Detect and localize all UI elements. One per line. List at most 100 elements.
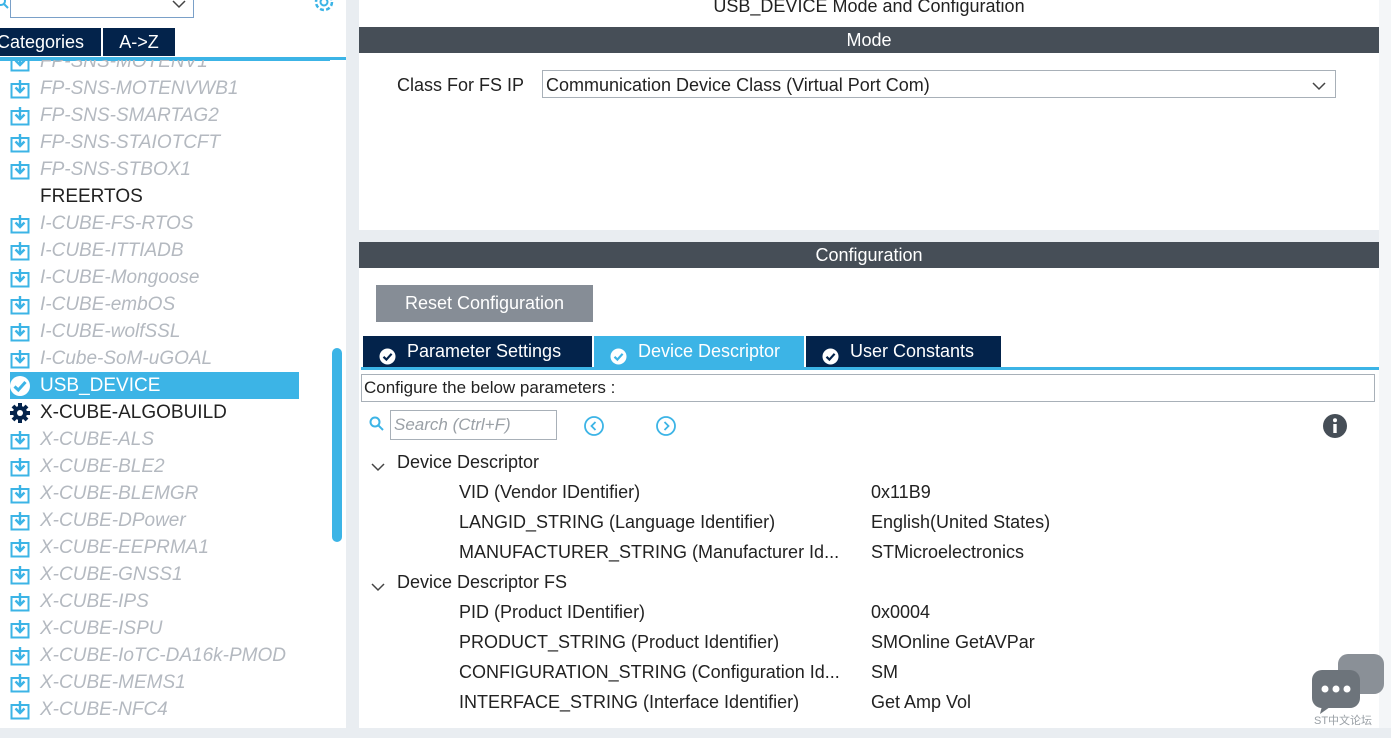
- search-icon: [369, 416, 385, 437]
- right-scrollbar[interactable]: [1379, 0, 1391, 728]
- tree-item-label: X-CUBE-IPS: [40, 591, 149, 612]
- parameter-name[interactable]: PRODUCT_STRING (Product Identifier): [459, 631, 779, 653]
- parameter-name[interactable]: INTERFACE_STRING (Interface Identifier): [459, 691, 799, 713]
- download-icon: [10, 295, 30, 315]
- tree-item[interactable]: I-CUBE-FS-RTOS: [0, 210, 330, 237]
- tree-item-label: I-CUBE-Mongoose: [40, 267, 200, 288]
- download-icon: [10, 160, 30, 180]
- tree-item-label: FP-SNS-MOTENV1: [40, 60, 208, 72]
- tab-user-constants[interactable]: User Constants: [806, 336, 1001, 367]
- class-for-fs-ip-select[interactable]: Communication Device Class (Virtual Port…: [542, 70, 1336, 98]
- tree-item[interactable]: X-CUBE-BLEMGR: [0, 480, 330, 507]
- tree-item-label: I-CUBE-embOS: [40, 294, 176, 315]
- panel-splitter[interactable]: [346, 0, 359, 738]
- gear-icon[interactable]: [311, 0, 337, 21]
- category-filter-select[interactable]: [10, 0, 194, 18]
- tree-item[interactable]: I-CUBE-wolfSSL: [0, 318, 330, 345]
- tree-item-label: X-CUBE-ALS: [40, 429, 155, 450]
- check-circle-icon: [379, 344, 396, 375]
- tree-item-label: I-CUBE-wolfSSL: [40, 321, 181, 342]
- tab-label: Device Descriptor: [638, 341, 781, 361]
- reset-configuration-button[interactable]: Reset Configuration: [376, 285, 593, 322]
- tree-item-label: FP-SNS-SMARTAG2: [40, 105, 219, 126]
- tree-item[interactable]: FP-SNS-STAIOTCFT: [0, 129, 330, 156]
- tab-categories[interactable]: Categories: [0, 28, 101, 56]
- tree-item[interactable]: X-CUBE-ALGOBUILD: [0, 399, 330, 426]
- tree-item[interactable]: X-CUBE-MEMS1: [0, 669, 330, 696]
- tree-item-label: X-CUBE-EEPRMA1: [40, 537, 209, 558]
- tree-scrollbar-thumb[interactable]: [332, 348, 342, 542]
- tree-item-label: X-CUBE-IoTC-DA16k-PMOD: [40, 645, 286, 666]
- download-icon: [10, 484, 30, 504]
- tree-item-label: X-CUBE-DPower: [40, 510, 186, 531]
- tree-item[interactable]: FP-SNS-SMARTAG2: [0, 102, 330, 129]
- tree-item-label: X-CUBE-BLEMGR: [40, 483, 199, 504]
- tree-item[interactable]: X-CUBE-ISPU: [0, 615, 330, 642]
- page-title: USB_DEVICE Mode and Configuration: [713, 0, 1025, 16]
- tree-item[interactable]: FREERTOS: [0, 183, 330, 210]
- tab-a-to-z[interactable]: A->Z: [103, 28, 175, 56]
- parameter-value[interactable]: Get Amp Vol: [871, 691, 971, 713]
- tree-item[interactable]: FP-SNS-STBOX1: [0, 156, 330, 183]
- tab-device-descriptor[interactable]: Device Descriptor: [594, 336, 804, 367]
- download-icon: [10, 268, 30, 288]
- tree-item[interactable]: X-CUBE-DPower: [0, 507, 330, 534]
- tree-item[interactable]: FP-SNS-MOTENVWB1: [0, 75, 330, 102]
- chevron-down-icon: [1311, 79, 1327, 97]
- download-icon: [10, 322, 30, 342]
- check-circle-icon: [822, 344, 839, 375]
- chat-bubble-icon[interactable]: [1310, 652, 1388, 719]
- download-icon: [10, 565, 30, 585]
- parameter-name[interactable]: PID (Product IDentifier): [459, 601, 645, 623]
- left-panel: Categories A->Z FP-SNS-MOTENV1 FP-SNS-MOT…: [0, 0, 346, 738]
- watermark-text: ST中文论坛: [1314, 715, 1373, 727]
- download-icon: [10, 700, 30, 720]
- tab-underline: [361, 367, 1379, 370]
- parameter-name[interactable]: VID (Vendor IDentifier): [459, 481, 640, 503]
- check-circle-icon: [610, 344, 627, 375]
- tree-item[interactable]: X-CUBE-EEPRMA1: [0, 534, 330, 561]
- tree-item[interactable]: X-CUBE-NFC4: [0, 696, 330, 723]
- parameter-value[interactable]: 0x0004: [871, 601, 930, 623]
- tree-item[interactable]: FP-SNS-MOTENV1: [0, 60, 330, 75]
- tree-item[interactable]: X-CUBE-IPS: [0, 588, 330, 615]
- tab-parameter-settings[interactable]: Parameter Settings: [363, 336, 592, 367]
- tree-item[interactable]: I-Cube-SoM-uGOAL: [0, 345, 330, 372]
- tree-item[interactable]: USB_DEVICE: [0, 372, 330, 399]
- tree-item-label: X-CUBE-BLE2: [40, 456, 165, 477]
- parameter-search-input[interactable]: Search (Ctrl+F): [390, 410, 557, 440]
- tree-item[interactable]: I-CUBE-embOS: [0, 291, 330, 318]
- parameter-group-label: Device Descriptor FS: [397, 572, 568, 592]
- next-match-icon[interactable]: [655, 415, 677, 442]
- search-icon[interactable]: [0, 0, 10, 15]
- parameter-value[interactable]: STMicroelectronics: [871, 541, 1024, 563]
- parameter-value[interactable]: SM: [871, 661, 898, 683]
- parameter-value[interactable]: SMOnline GetAVPar: [871, 631, 1035, 653]
- configuration-header: Configuration: [359, 242, 1379, 268]
- info-icon[interactable]: [1322, 413, 1348, 444]
- chevron-down-icon: [171, 0, 187, 15]
- tree-item[interactable]: I-CUBE-ITTIADB: [0, 237, 330, 264]
- tree-item-label: I-CUBE-ITTIADB: [40, 240, 184, 261]
- download-icon: [10, 457, 30, 477]
- parameter-name[interactable]: MANUFACTURER_STRING (Manufacturer Id...: [459, 541, 839, 563]
- download-icon: [10, 619, 30, 639]
- tree-item-label: I-CUBE-FS-RTOS: [40, 213, 194, 234]
- tree-item-label: USB_DEVICE: [40, 375, 161, 396]
- tree-item[interactable]: X-CUBE-GNSS1: [0, 561, 330, 588]
- tree-item[interactable]: X-CUBE-BLE2: [0, 453, 330, 480]
- parameter-name[interactable]: LANGID_STRING (Language Identifier): [459, 511, 775, 533]
- mode-header: Mode: [359, 27, 1379, 53]
- tree-item[interactable]: I-CUBE-Mongoose: [0, 264, 330, 291]
- parameter-value[interactable]: English(United States): [871, 511, 1050, 533]
- tree-item-label: FREERTOS: [40, 186, 143, 207]
- previous-match-icon[interactable]: [583, 415, 605, 442]
- tab-label: Parameter Settings: [407, 341, 562, 361]
- parameter-value[interactable]: 0x11B9: [871, 481, 931, 503]
- parameter-name[interactable]: CONFIGURATION_STRING (Configuration Id..…: [459, 661, 840, 683]
- tree-item[interactable]: X-CUBE-IoTC-DA16k-PMOD: [0, 642, 330, 669]
- download-icon: [10, 538, 30, 558]
- chevron-down-icon: [370, 576, 386, 598]
- tree-item-label: FP-SNS-MOTENVWB1: [40, 78, 239, 99]
- tree-item[interactable]: X-CUBE-ALS: [0, 426, 330, 453]
